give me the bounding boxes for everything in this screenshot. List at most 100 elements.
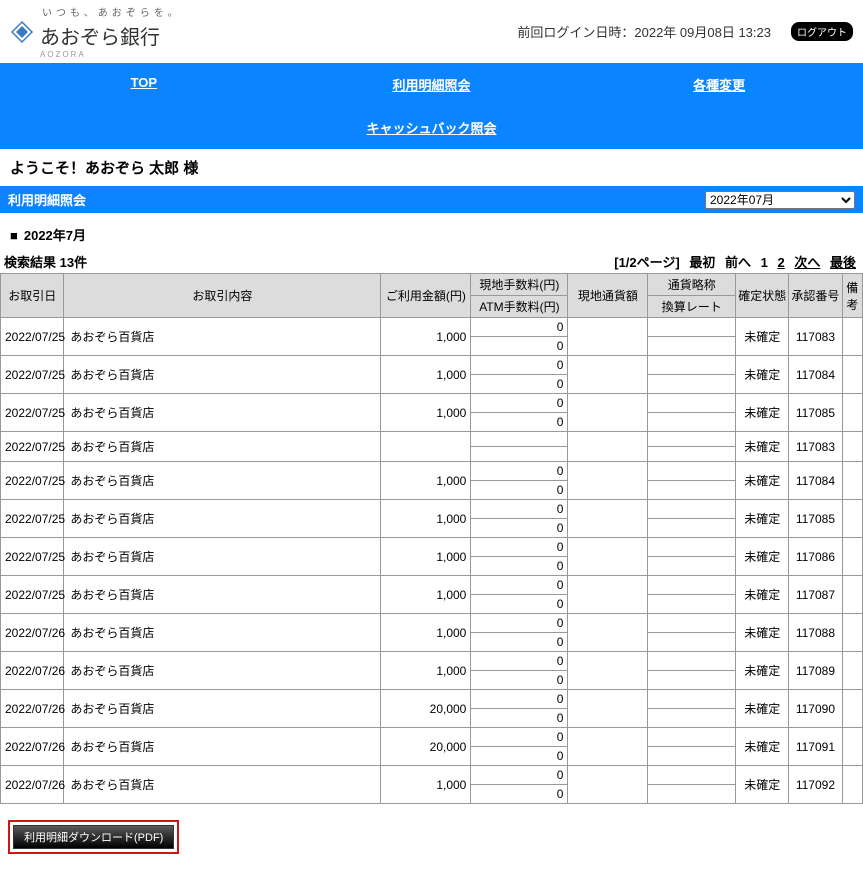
cell-rate xyxy=(648,413,736,432)
cell-local-fee: 0 xyxy=(471,614,568,633)
cell-date: 2022/07/26 xyxy=(1,652,64,690)
cell-detail: あおぞら百貨店 xyxy=(64,652,381,690)
cell-note xyxy=(842,728,862,766)
cell-detail: あおぞら百貨店 xyxy=(64,462,381,500)
cell-currency xyxy=(648,356,736,375)
table-row: 2022/07/26あおぞら百貨店20,0000未確定117090 xyxy=(1,690,863,709)
cell-rate xyxy=(648,375,736,394)
cell-atm-fee: 0 xyxy=(471,671,568,690)
cell-approval: 117086 xyxy=(789,538,842,576)
cell-local-amt xyxy=(568,614,648,652)
th-local-amt: 現地通貨額 xyxy=(568,274,648,318)
cell-rate xyxy=(648,595,736,614)
header: いつも、あおぞらを。 あおぞら銀行 AOZORA 前回ログイン日時：2022年 … xyxy=(0,0,863,63)
table-row: 2022/07/25あおぞら百貨店1,0000未確定117084 xyxy=(1,462,863,481)
cell-atm-fee: 0 xyxy=(471,557,568,576)
cell-local-fee xyxy=(471,432,568,447)
cell-note xyxy=(842,652,862,690)
table-row: 2022/07/25あおぞら百貨店1,0000未確定117084 xyxy=(1,356,863,375)
cell-date: 2022/07/25 xyxy=(1,462,64,500)
th-date: お取引日 xyxy=(1,274,64,318)
cell-rate xyxy=(648,337,736,356)
pager-p2[interactable]: 2 xyxy=(777,255,784,270)
cell-note xyxy=(842,394,862,432)
logout-button[interactable]: ログアウト xyxy=(791,22,853,41)
cell-local-amt xyxy=(568,728,648,766)
cell-local-fee: 0 xyxy=(471,394,568,413)
cell-approval: 117092 xyxy=(789,766,842,804)
cell-local-fee: 0 xyxy=(471,576,568,595)
cell-detail: あおぞら百貨店 xyxy=(64,500,381,538)
logo-area: いつも、あおぞらを。 あおぞら銀行 AOZORA xyxy=(10,4,182,59)
table-row: 2022/07/26あおぞら百貨店20,0000未確定117091 xyxy=(1,728,863,747)
cell-local-amt xyxy=(568,356,648,394)
cell-status: 未確定 xyxy=(736,500,789,538)
cell-approval: 117088 xyxy=(789,614,842,652)
cell-local-fee: 0 xyxy=(471,766,568,785)
cell-status: 未確定 xyxy=(736,766,789,804)
cell-amount: 1,000 xyxy=(381,394,471,432)
pager: [1/2ページ] 最初 前へ 1 2 次へ 最後 xyxy=(611,252,859,271)
cell-local-fee: 0 xyxy=(471,728,568,747)
cell-currency xyxy=(648,766,736,785)
pdf-download-button[interactable]: 利用明細ダウンロード(PDF) xyxy=(13,825,174,849)
cell-detail: あおぞら百貨店 xyxy=(64,766,381,804)
nav-kakushu[interactable]: 各種変更 xyxy=(575,63,863,106)
cell-amount: 1,000 xyxy=(381,576,471,614)
cell-atm-fee: 0 xyxy=(471,337,568,356)
cell-atm-fee: 0 xyxy=(471,709,568,728)
table-row: 2022/07/26あおぞら百貨店1,0000未確定117092 xyxy=(1,766,863,785)
th-rate: 換算レート xyxy=(648,296,736,318)
cell-date: 2022/07/25 xyxy=(1,432,64,462)
cell-note xyxy=(842,462,862,500)
nav-top[interactable]: TOP xyxy=(0,63,288,106)
pdf-download-highlight: 利用明細ダウンロード(PDF) xyxy=(8,820,179,854)
pager-p1: 1 xyxy=(761,255,768,270)
cell-status: 未確定 xyxy=(736,462,789,500)
th-atm-fee: ATM手数料(円) xyxy=(471,296,568,318)
cell-approval: 117087 xyxy=(789,576,842,614)
cell-currency xyxy=(648,652,736,671)
cell-note xyxy=(842,614,862,652)
transactions-table: お取引日 お取引内容 ご利用金額(円) 現地手数料(円) 現地通貨額 通貨略称 … xyxy=(0,273,863,804)
cell-note xyxy=(842,356,862,394)
nav-riyo[interactable]: 利用明細照会 xyxy=(288,63,576,106)
cell-local-amt xyxy=(568,576,648,614)
cell-status: 未確定 xyxy=(736,356,789,394)
cell-note xyxy=(842,576,862,614)
cell-currency xyxy=(648,728,736,747)
cell-amount: 1,000 xyxy=(381,462,471,500)
cell-detail: あおぞら百貨店 xyxy=(64,576,381,614)
cell-currency xyxy=(648,614,736,633)
table-row: 2022/07/25あおぞら百貨店1,0000未確定117087 xyxy=(1,576,863,595)
cell-local-amt xyxy=(568,432,648,462)
cell-rate xyxy=(648,747,736,766)
cell-atm-fee: 0 xyxy=(471,747,568,766)
cell-local-amt xyxy=(568,500,648,538)
cell-rate xyxy=(648,671,736,690)
bank-name: あおぞら銀行 xyxy=(40,27,160,49)
table-header: お取引日 お取引内容 ご利用金額(円) 現地手数料(円) 現地通貨額 通貨略称 … xyxy=(1,274,863,318)
pager-page: [1/2ページ] xyxy=(614,255,679,270)
cell-currency xyxy=(648,500,736,519)
pager-last[interactable]: 最後 xyxy=(830,255,856,270)
pager-next[interactable]: 次へ xyxy=(794,255,820,270)
cell-currency xyxy=(648,576,736,595)
cell-atm-fee: 0 xyxy=(471,481,568,500)
cell-currency xyxy=(648,318,736,337)
pager-first: 最初 xyxy=(689,255,715,270)
cell-date: 2022/07/25 xyxy=(1,356,64,394)
table-row: 2022/07/25あおぞら百貨店1,0000未確定117083 xyxy=(1,318,863,337)
cell-approval: 117083 xyxy=(789,318,842,356)
cell-approval: 117089 xyxy=(789,652,842,690)
cell-note xyxy=(842,538,862,576)
cell-atm-fee: 0 xyxy=(471,375,568,394)
cell-local-fee: 0 xyxy=(471,500,568,519)
cell-rate xyxy=(648,557,736,576)
month-select[interactable]: 2022年07月 xyxy=(705,191,855,209)
table-row: 2022/07/25あおぞら百貨店1,0000未確定117086 xyxy=(1,538,863,557)
cell-approval: 117085 xyxy=(789,394,842,432)
nav-cashback[interactable]: キャッシュバック照会 xyxy=(0,106,863,149)
cell-status: 未確定 xyxy=(736,318,789,356)
cell-date: 2022/07/25 xyxy=(1,538,64,576)
